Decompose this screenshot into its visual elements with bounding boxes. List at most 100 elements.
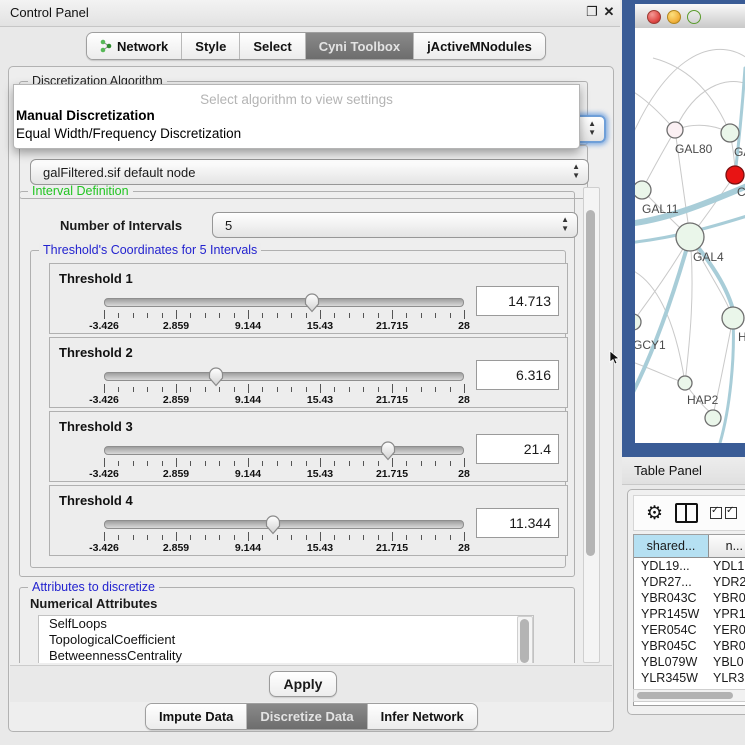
tick-label: -3.426 — [89, 468, 119, 480]
node-gal80[interactable] — [667, 122, 683, 138]
checkbox-icon[interactable] — [725, 507, 737, 519]
cell-name: YBL0 — [708, 654, 745, 670]
cyni-toolbox-panel: Discretization Algorithm ▲▼ Table Data g… — [8, 66, 614, 732]
cell-name: YPR1 — [708, 606, 745, 622]
tick-label: 9.144 — [235, 394, 261, 406]
threshold-value-field[interactable]: 21.4 — [476, 434, 559, 464]
node-h[interactable] — [722, 307, 744, 329]
split-view-icon[interactable] — [675, 503, 698, 523]
stepper-icon: ▲▼ — [561, 215, 569, 233]
settings-scrollbar[interactable] — [583, 187, 600, 663]
list-item[interactable]: TopologicalCoefficient — [39, 632, 533, 648]
network-canvas[interactable]: GAL80 GA C GAL11 GAL4 GCY1 H HAP2 — [635, 28, 745, 443]
table-row[interactable]: YBL079WYBL0 — [634, 654, 745, 670]
threshold-value-field[interactable]: 11.344 — [476, 508, 559, 538]
tick-label: 9.144 — [235, 542, 261, 554]
node-ga[interactable] — [721, 124, 739, 142]
threshold-slider[interactable]: -3.4262.8599.14415.4321.71528 — [104, 444, 464, 474]
threshold-slider[interactable]: -3.4262.8599.14415.4321.71528 — [104, 296, 464, 326]
tab-cyni-toolbox[interactable]: Cyni Toolbox — [306, 33, 414, 59]
bottom-tab-strip: Impute Data Discretize DataInfer Network — [145, 703, 478, 730]
threshold-label: Threshold 4 — [59, 493, 133, 508]
tab-label: Impute Data — [159, 709, 233, 724]
threshold-slider[interactable]: -3.4262.8599.14415.4321.71528 — [104, 518, 464, 548]
tick-label: 21.715 — [376, 542, 408, 554]
slider-track[interactable] — [104, 298, 464, 307]
threshold-panel: Threshold 1 -3.4262.8599.14415.4321.7152… — [49, 263, 568, 334]
threshold-slider[interactable]: -3.4262.8599.14415.4321.71528 — [104, 370, 464, 400]
table-row[interactable]: YPR145WYPR1 — [634, 606, 745, 622]
gear-icon[interactable]: ⚙ — [646, 504, 663, 523]
node-bottom[interactable] — [705, 410, 721, 426]
apply-button[interactable]: Apply — [269, 671, 337, 697]
table-row[interactable]: YLR345WYLR3 — [634, 670, 745, 686]
node-gal4[interactable] — [676, 223, 704, 251]
table-header: shared... n... — [634, 535, 745, 558]
tick-label: 2.859 — [163, 542, 189, 554]
number-of-intervals-value: 5 — [225, 218, 232, 233]
slider-track[interactable] — [104, 520, 464, 529]
slider-ticks — [104, 384, 464, 393]
slider-track[interactable] — [104, 446, 464, 455]
tab-discretize-data[interactable]: Discretize Data — [247, 704, 367, 729]
numerical-attributes-list[interactable]: SelfLoopsTopologicalCoefficientBetweenne… — [38, 615, 534, 663]
cell-shared-name: YBR045C — [634, 638, 708, 654]
top-tab-strip: Network StyleSelectCyni ToolboxjActiveMNo… — [86, 32, 546, 60]
node-label: HAP2 — [687, 393, 719, 407]
mac-zoom-icon[interactable] — [687, 10, 701, 24]
node-red[interactable] — [726, 166, 744, 184]
control-panel-titlebar: Control Panel ❐ ✕ — [0, 0, 620, 27]
tab-label: Network — [117, 39, 168, 54]
tab-impute-data[interactable]: Impute Data — [146, 704, 247, 729]
tick-label: 21.715 — [376, 468, 408, 480]
app-root: Control Panel ❐ ✕ Network StyleSelectCyni… — [0, 0, 745, 745]
table-row[interactable]: YBR045CYBR0 — [634, 638, 745, 654]
tab-select[interactable]: Select — [240, 33, 305, 59]
close-icon[interactable]: ✕ — [601, 4, 617, 20]
node-label: GAL80 — [675, 142, 713, 156]
list-item[interactable]: SelfLoops — [39, 616, 533, 632]
node-hap2[interactable] — [678, 376, 692, 390]
node-label: C — [737, 185, 745, 199]
cell-name: YLR3 — [708, 670, 745, 686]
popup-item-equal[interactable]: Equal Width/Frequency Discretization — [16, 126, 241, 141]
tick-label: 28 — [458, 468, 470, 480]
threshold-label: Threshold 2 — [59, 345, 133, 360]
tab-network[interactable]: Network — [87, 33, 182, 59]
threshold-panel: Threshold 4 -3.4262.8599.14415.4321.7152… — [49, 485, 568, 556]
table-row[interactable]: YBR043CYBR0 — [634, 590, 745, 606]
column-header-name[interactable]: n... — [709, 535, 745, 557]
tab-infer-network[interactable]: Infer Network — [368, 704, 477, 729]
float-window-icon[interactable]: ❐ — [584, 4, 600, 20]
cell-shared-name: YER054C — [634, 622, 708, 638]
tick-label: 2.859 — [163, 320, 189, 332]
table-row[interactable]: YDL19...YDL1 — [634, 558, 745, 574]
node-gcy1[interactable] — [635, 314, 641, 330]
threshold-value-field[interactable]: 6.316 — [476, 360, 559, 390]
table-hscrollbar[interactable] — [633, 689, 745, 702]
tab-jactivemnodules[interactable]: jActiveMNodules — [414, 33, 545, 59]
popup-item-manual[interactable]: Manual Discretization — [16, 108, 155, 123]
checkbox-icon[interactable] — [710, 507, 722, 519]
node-table: shared... n... YDL19...YDL1YDR27...YDR2Y… — [633, 534, 745, 706]
tab-style[interactable]: Style — [182, 33, 240, 59]
table-data-combobox[interactable]: galFiltered.sif default node ▲▼ — [30, 159, 589, 185]
mac-close-icon[interactable] — [647, 10, 661, 24]
number-of-intervals-combobox[interactable]: 5 ▲▼ — [212, 212, 578, 238]
threshold-value-field[interactable]: 14.713 — [476, 286, 559, 316]
table-row[interactable]: YDR27...YDR2 — [634, 574, 745, 590]
table-toolbar: ⚙ — [633, 495, 745, 531]
slider-track[interactable] — [104, 372, 464, 381]
list-scrollbar[interactable] — [517, 616, 533, 663]
slider-tick-labels: -3.4262.8599.14415.4321.71528 — [104, 320, 464, 332]
table-row[interactable]: YER054CYER0 — [634, 622, 745, 638]
cell-name: YER0 — [708, 622, 745, 638]
mac-minimize-icon[interactable] — [667, 10, 681, 24]
column-header-shared[interactable]: shared... — [634, 535, 709, 557]
cell-shared-name: YBL079W — [634, 654, 708, 670]
network-window: GAL80 GA C GAL11 GAL4 GCY1 H HAP2 — [622, 0, 745, 457]
list-item[interactable]: BetweennessCentrality — [39, 648, 533, 663]
threshold-panel: Threshold 3 -3.4262.8599.14415.4321.7152… — [49, 411, 568, 482]
numerical-attributes-label: Numerical Attributes — [30, 596, 157, 611]
node-gal11[interactable] — [635, 181, 651, 199]
